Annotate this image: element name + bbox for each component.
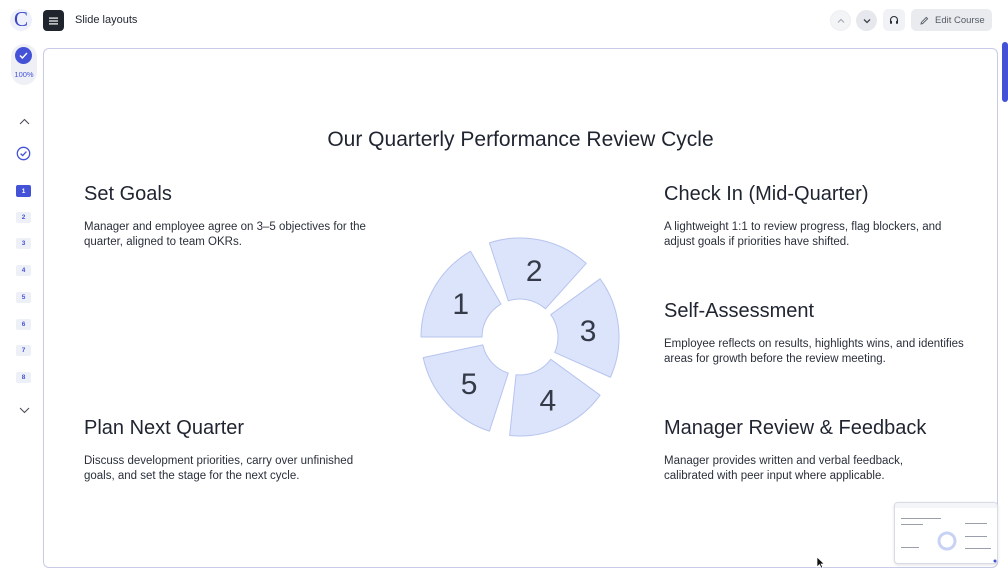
pencil-icon bbox=[920, 16, 929, 25]
step-body: Employee reflects on results, highlights… bbox=[664, 338, 964, 365]
cycle-number-2: 2 bbox=[526, 255, 543, 288]
slide-nav-item-3[interactable]: 3 bbox=[16, 238, 31, 250]
step-body: Discuss development priorities, carry ov… bbox=[84, 455, 354, 482]
menu-button[interactable] bbox=[43, 10, 64, 31]
step-plan-next-quarter: Plan Next Quarter Discuss development pr… bbox=[84, 417, 384, 484]
cycle-number-4: 4 bbox=[540, 385, 557, 418]
step-check-in: Check In (Mid-Quarter) A lightweight 1:1… bbox=[664, 183, 949, 250]
step-body: Manager and employee agree on 3–5 object… bbox=[84, 221, 366, 248]
page-title: Slide layouts bbox=[75, 14, 138, 26]
slide-preview-thumbnail[interactable] bbox=[894, 502, 998, 564]
chevron-down-icon bbox=[863, 18, 870, 23]
cycle-diagram: 1 2 3 4 5 bbox=[420, 237, 620, 437]
completed-check-icon[interactable] bbox=[16, 146, 31, 161]
hamburger-menu-icon bbox=[49, 17, 58, 24]
step-heading: Self-Assessment bbox=[664, 300, 815, 322]
mouse-cursor-icon bbox=[816, 556, 825, 569]
slide-nav-item-6[interactable]: 6 bbox=[16, 318, 31, 330]
chevron-down-icon bbox=[19, 407, 29, 413]
step-body: A lightweight 1:1 to review progress, fl… bbox=[664, 221, 942, 248]
step-body: Manager provides written and verbal feed… bbox=[664, 455, 904, 482]
cycle-number-3: 3 bbox=[580, 315, 597, 348]
edit-course-label: Edit Course bbox=[935, 14, 985, 26]
edit-course-button[interactable]: Edit Course bbox=[911, 9, 992, 31]
app-logo[interactable]: C bbox=[10, 9, 32, 31]
step-set-goals: Set Goals Manager and employee agree on … bbox=[84, 183, 384, 250]
step-heading: Manager Review & Feedback bbox=[664, 417, 927, 439]
audio-button[interactable] bbox=[883, 9, 905, 31]
scroll-slides-down-button[interactable] bbox=[17, 405, 31, 415]
headphones-icon bbox=[889, 15, 899, 24]
step-heading: Plan Next Quarter bbox=[84, 417, 245, 439]
chevron-up-icon bbox=[19, 118, 29, 124]
step-heading: Set Goals bbox=[84, 183, 172, 205]
thumbnail-preview-image bbox=[895, 503, 997, 563]
step-manager-review: Manager Review & Feedback Manager provid… bbox=[664, 417, 949, 484]
cycle-number-1: 1 bbox=[452, 288, 469, 321]
slide-canvas: Our Quarterly Performance Review Cycle S… bbox=[43, 48, 998, 568]
next-slide-button[interactable] bbox=[856, 10, 877, 31]
slide-nav-item-7[interactable]: 7 bbox=[16, 345, 31, 357]
top-bar: C Slide layouts Edit Course bbox=[0, 0, 1008, 42]
cycle-number-5: 5 bbox=[461, 368, 478, 401]
chevron-up-icon bbox=[837, 18, 844, 23]
step-heading: Check In (Mid-Quarter) bbox=[664, 183, 869, 205]
previous-slide-button[interactable] bbox=[830, 10, 851, 31]
slide-nav-item-1[interactable]: 1 bbox=[16, 185, 31, 197]
slide-nav-item-8[interactable]: 8 bbox=[16, 371, 31, 383]
slide-title: Our Quarterly Performance Review Cycle bbox=[327, 128, 714, 151]
scroll-slides-up-button[interactable] bbox=[17, 116, 31, 126]
slide-nav-item-2[interactable]: 2 bbox=[16, 211, 31, 223]
page-scrollbar[interactable] bbox=[1002, 42, 1008, 102]
progress-percent: 100% bbox=[14, 70, 34, 79]
step-self-assessment: Self-Assessment Employee reflects on res… bbox=[664, 300, 969, 367]
slide-nav-item-4[interactable]: 4 bbox=[16, 265, 31, 277]
progress-check-icon bbox=[15, 47, 32, 64]
slide-nav-item-5[interactable]: 5 bbox=[16, 291, 31, 303]
